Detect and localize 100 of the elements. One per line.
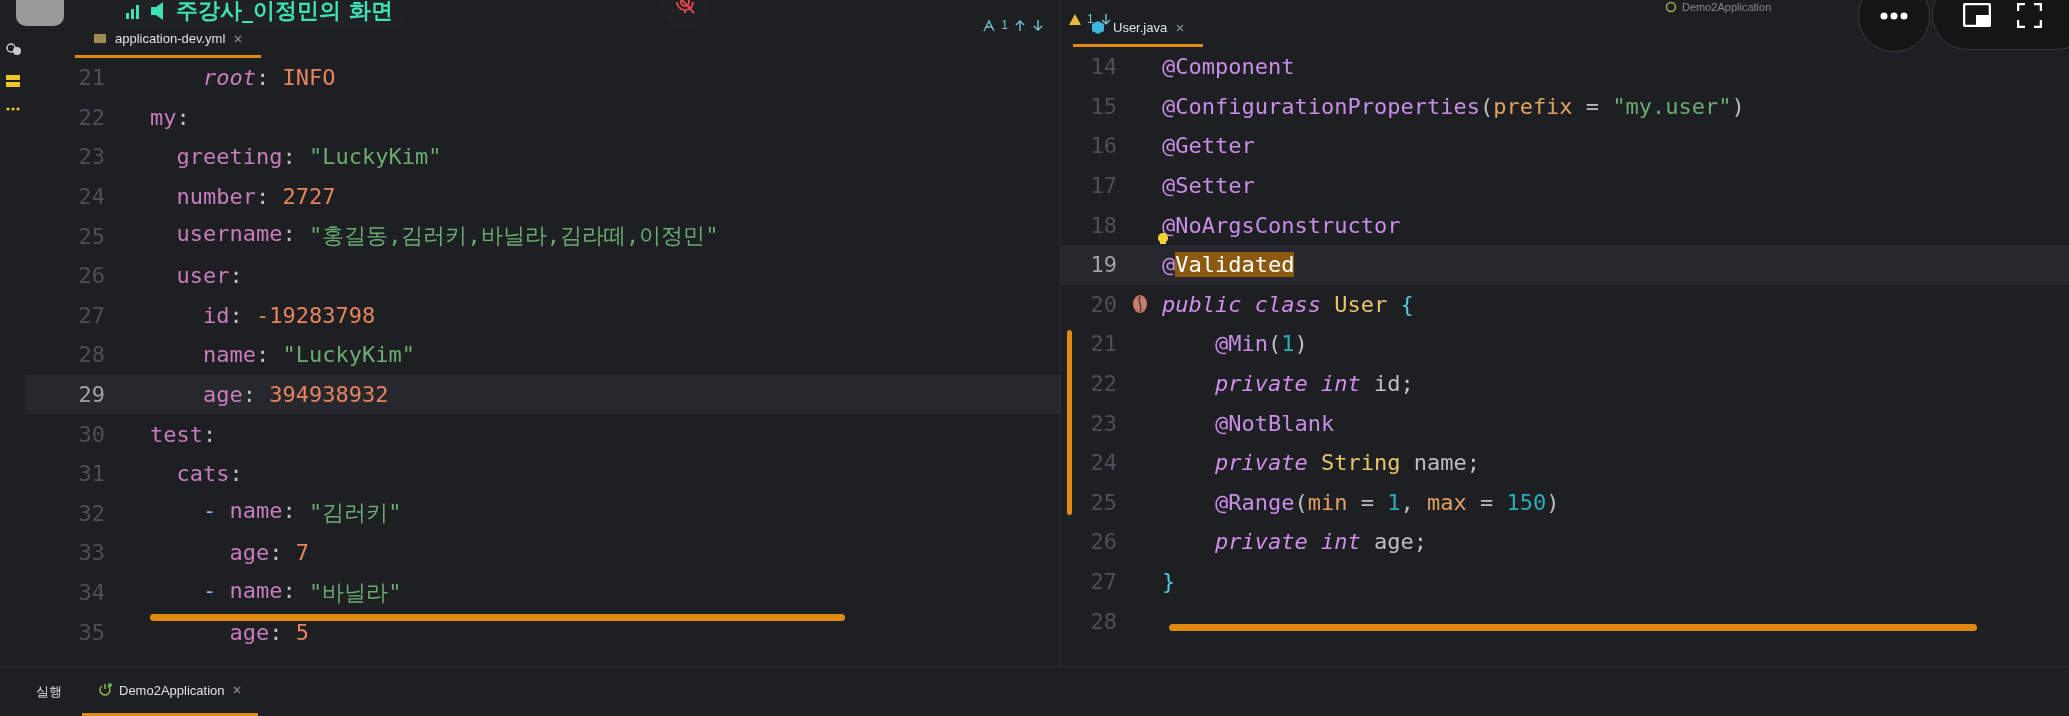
code-token: = bbox=[1359, 489, 1375, 515]
code-token: min bbox=[1307, 489, 1348, 515]
code-token: age; bbox=[1373, 529, 1427, 555]
code-token: greeting bbox=[175, 144, 283, 170]
code-token: String bbox=[1320, 450, 1401, 476]
code-token: : bbox=[255, 184, 271, 210]
code-token: private bbox=[1213, 450, 1309, 476]
arrow-down-icon bbox=[1099, 12, 1112, 26]
speaker-icon bbox=[150, 0, 166, 22]
code-token: : bbox=[203, 421, 217, 447]
code-token: private int bbox=[1213, 371, 1362, 397]
warning-icon bbox=[1069, 12, 1081, 26]
code-token: : bbox=[255, 65, 271, 91]
power-icon bbox=[98, 683, 112, 697]
horizontal-scrollbar[interactable] bbox=[1169, 624, 1977, 631]
presenter-label: 주강사_이정민의 화면 bbox=[176, 0, 393, 25]
code-token: ( bbox=[1294, 489, 1308, 515]
fullscreen-icon[interactable] bbox=[2017, 2, 2042, 28]
signal-icon bbox=[126, 3, 140, 19]
code-token: 150 bbox=[1506, 489, 1547, 515]
code-token: max bbox=[1426, 489, 1467, 515]
code-token: ( bbox=[1479, 93, 1494, 119]
code-token: : bbox=[282, 144, 297, 170]
search-match: Validated bbox=[1175, 252, 1295, 278]
close-icon bbox=[231, 685, 242, 695]
code-token: { bbox=[1399, 291, 1414, 317]
code-token: : bbox=[282, 221, 297, 249]
code-token: = bbox=[1478, 489, 1495, 515]
code-token: : bbox=[269, 619, 284, 645]
code-token: ( bbox=[1267, 331, 1282, 357]
code-token: age bbox=[201, 382, 243, 408]
more-icon bbox=[4, 106, 21, 112]
people-icon bbox=[4, 42, 21, 56]
code-token: @Range bbox=[1213, 489, 1295, 515]
code-token: @Min bbox=[1213, 331, 1268, 357]
code-token: : bbox=[282, 498, 297, 526]
code-token: name; bbox=[1412, 450, 1480, 476]
code-token: id; bbox=[1373, 371, 1414, 397]
code-token: 7 bbox=[295, 540, 309, 566]
code-token: name bbox=[201, 342, 256, 368]
more-icon[interactable] bbox=[1880, 12, 1908, 20]
code-token: , bbox=[1400, 489, 1415, 515]
code-token: @Setter bbox=[1162, 173, 1255, 199]
code-token: ) bbox=[1731, 93, 1745, 119]
code-token: public class bbox=[1162, 291, 1322, 317]
code-token: : bbox=[269, 540, 284, 566]
close-icon bbox=[1175, 22, 1186, 33]
run-configuration[interactable]: Demo2Application bbox=[1682, 1, 1772, 13]
picture-in-picture-icon[interactable] bbox=[1963, 3, 1991, 27]
code-token: "LuckyKim" bbox=[282, 342, 415, 368]
code-token: - bbox=[201, 498, 218, 526]
code-token: ) bbox=[1294, 331, 1308, 357]
code-token: 394938932 bbox=[269, 382, 389, 408]
code-token: } bbox=[1162, 569, 1176, 594]
code-token: : bbox=[242, 382, 257, 408]
code-token: @NotBlank bbox=[1213, 410, 1335, 436]
inspection-count[interactable]: 1 bbox=[1001, 18, 1008, 32]
code-token: @ConfigurationProperties bbox=[1162, 93, 1480, 119]
code-token: my bbox=[150, 104, 177, 130]
run-status-icon bbox=[1665, 1, 1677, 13]
code-token: : bbox=[255, 342, 271, 368]
inspection-icon bbox=[983, 18, 996, 32]
code-token: : bbox=[229, 263, 243, 289]
code-token: cats bbox=[175, 461, 230, 487]
code-token: -19283798 bbox=[256, 302, 376, 328]
code-token: "my.user" bbox=[1612, 93, 1732, 119]
code-token: "LuckyKim" bbox=[308, 144, 442, 170]
code-token: test bbox=[150, 421, 203, 447]
panel-title: 실행 bbox=[36, 682, 62, 701]
code-token: "김러키" bbox=[308, 499, 402, 528]
run-tab[interactable]: Demo2Application bbox=[82, 667, 258, 716]
code-token: private int bbox=[1213, 529, 1362, 555]
code-token: root bbox=[201, 65, 256, 91]
arrow-up-icon bbox=[1014, 18, 1026, 32]
code-token: 1 bbox=[1387, 489, 1401, 515]
code-token: "바닐라" bbox=[308, 578, 402, 607]
code-token: age bbox=[228, 540, 270, 566]
code-token: @Getter bbox=[1162, 133, 1255, 159]
database-icon bbox=[4, 74, 21, 88]
code-token: User bbox=[1334, 291, 1388, 317]
code-token: @ bbox=[1162, 252, 1176, 278]
line-number: 19 bbox=[1089, 252, 1117, 278]
code-token: @Component bbox=[1162, 54, 1295, 80]
code-token: "홍길동,김러키,바닐라,김라떼,이정민" bbox=[308, 222, 719, 251]
code-token: prefix bbox=[1493, 93, 1573, 119]
code-token: username bbox=[175, 221, 283, 249]
horizontal-scrollbar[interactable] bbox=[150, 614, 845, 621]
code-token: = bbox=[1584, 93, 1601, 119]
code-token: 1 bbox=[1281, 331, 1295, 357]
code-token: name bbox=[229, 498, 283, 526]
code-token: @NoArgsConstructor bbox=[1162, 212, 1401, 238]
close-icon bbox=[233, 33, 244, 44]
code-token: 2727 bbox=[282, 184, 336, 210]
code-token: number bbox=[175, 184, 256, 210]
code-token: 5 bbox=[295, 619, 309, 645]
code-token: name bbox=[229, 577, 283, 605]
code-token: : bbox=[229, 302, 244, 328]
code-token: : bbox=[176, 104, 190, 130]
yaml-file-icon bbox=[93, 31, 107, 46]
class-file-icon bbox=[1091, 20, 1105, 35]
